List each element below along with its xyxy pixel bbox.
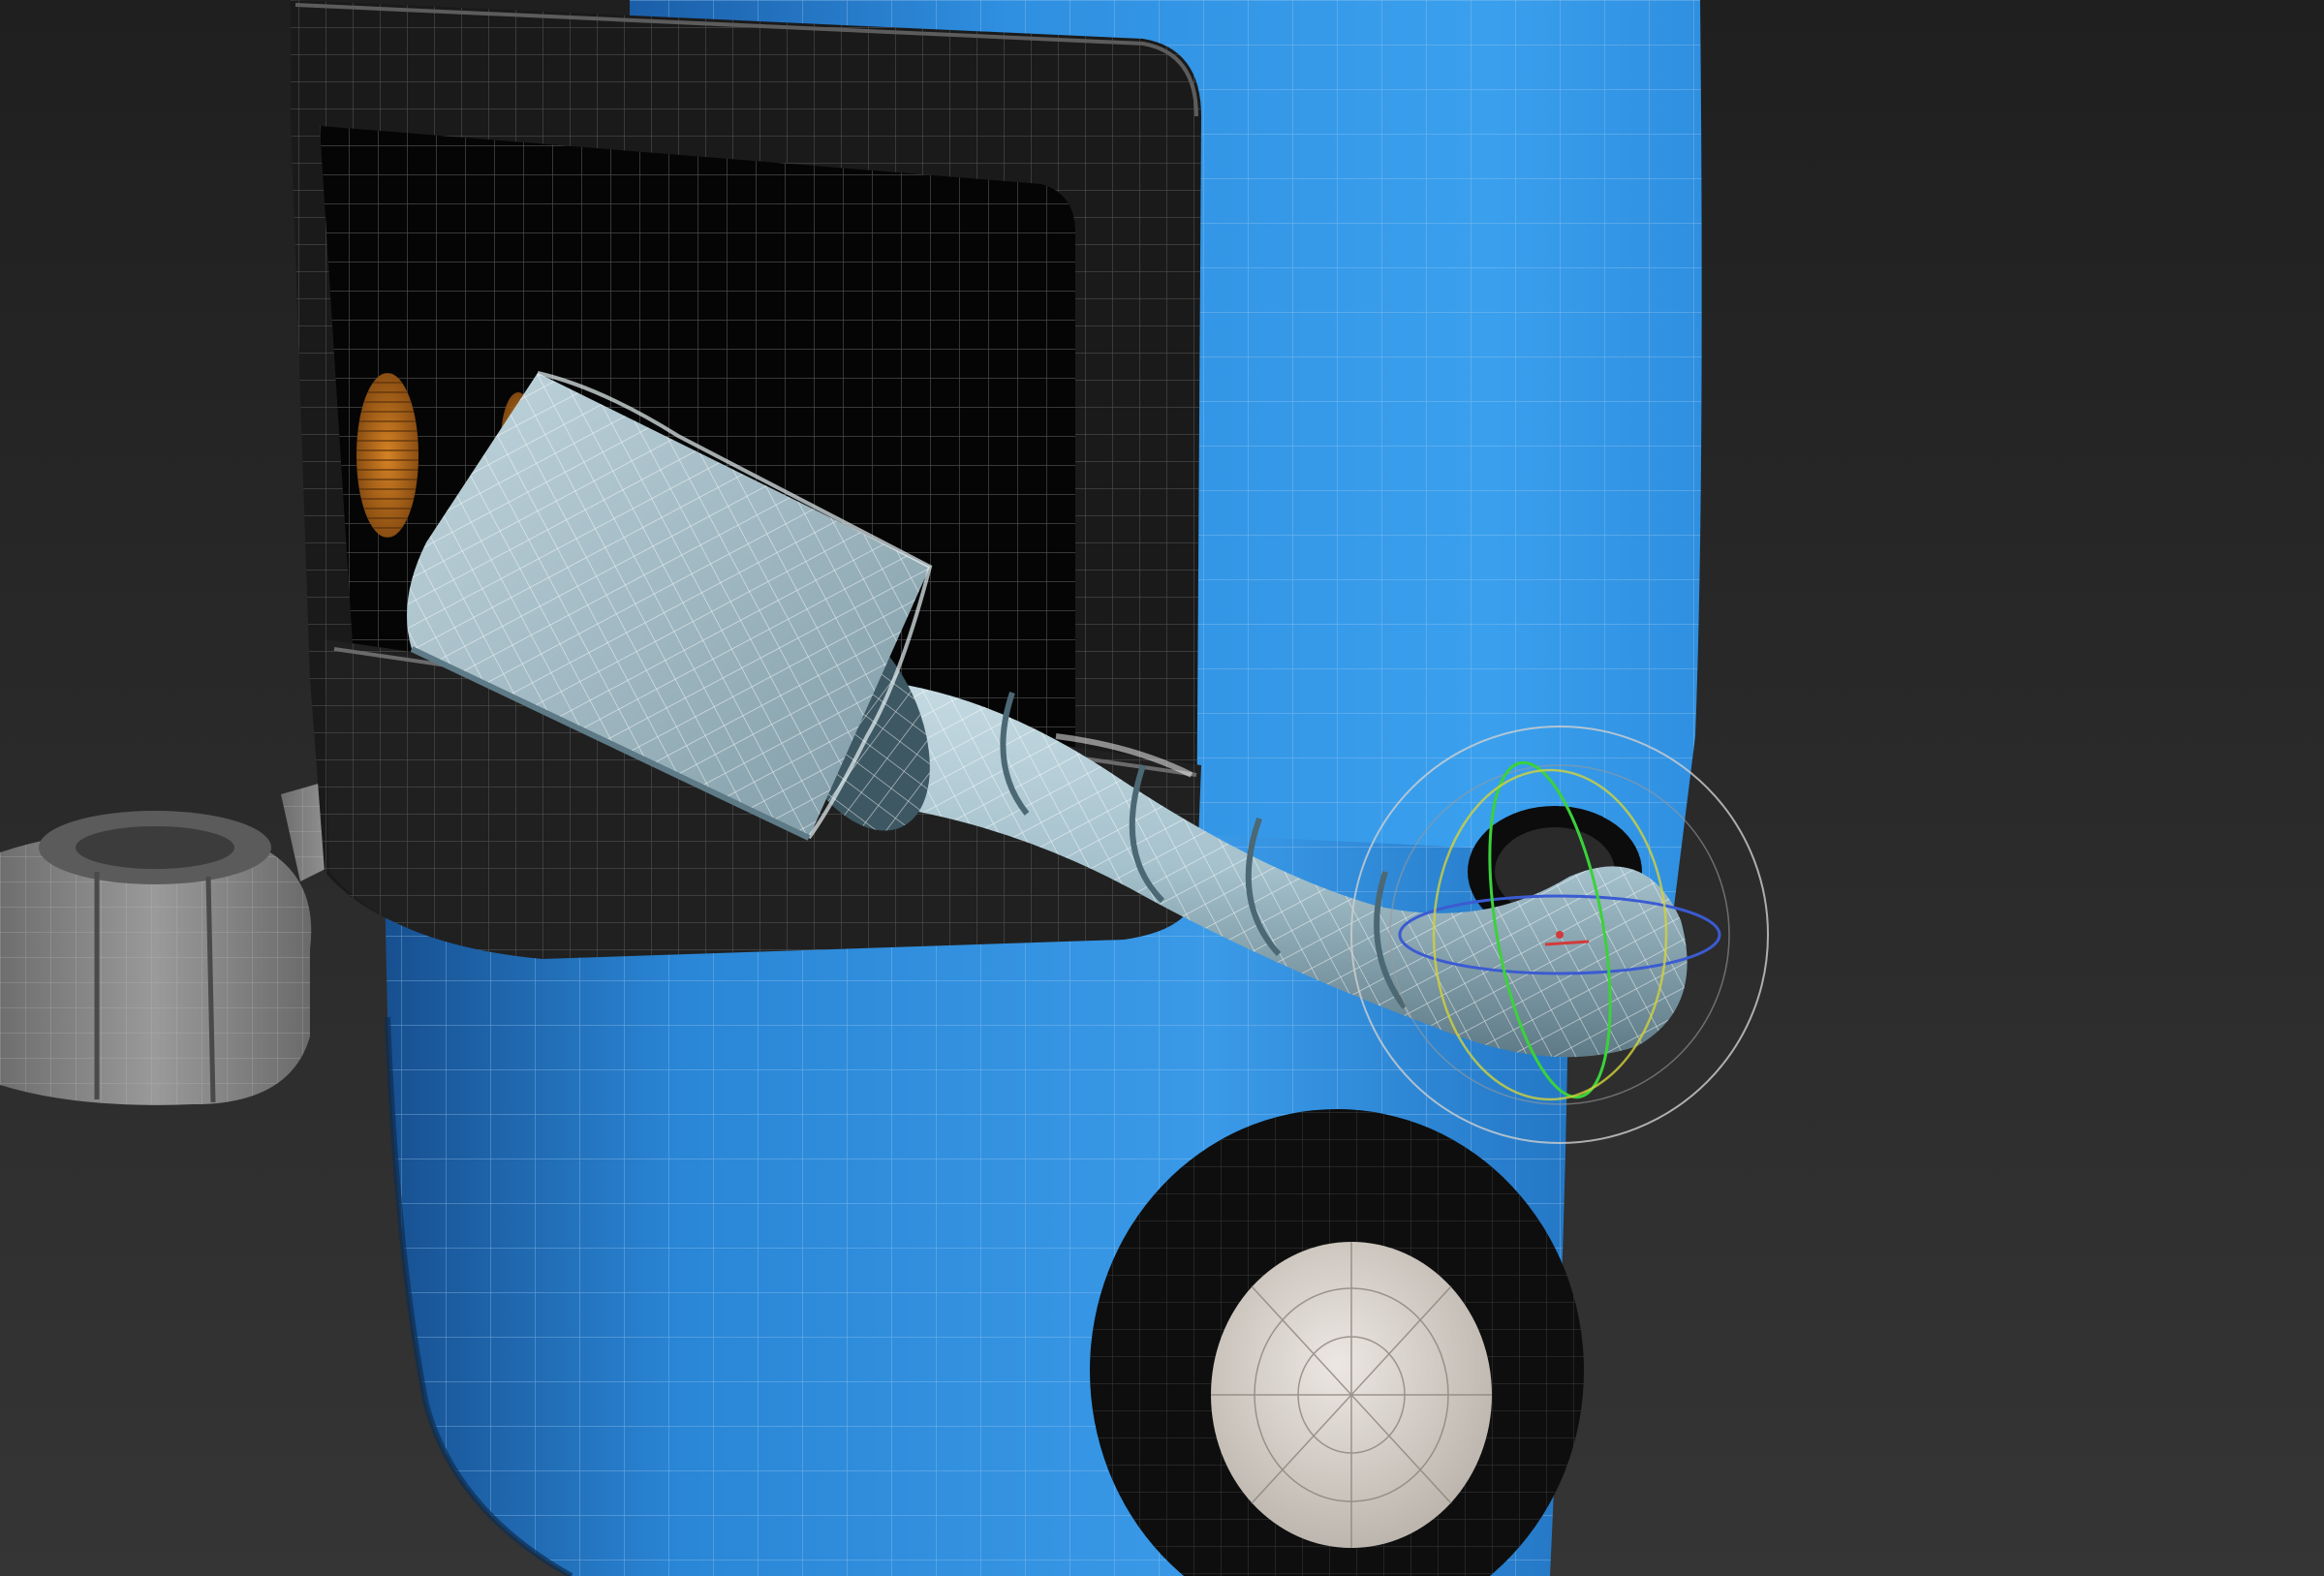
- indicator-light: [356, 373, 418, 538]
- 3d-viewport[interactable]: [0, 0, 2324, 1576]
- gizmo-pivot: [1556, 931, 1564, 939]
- wheel-hub-spokes: [1211, 1242, 1492, 1548]
- viewport-canvas[interactable]: [0, 0, 2324, 1576]
